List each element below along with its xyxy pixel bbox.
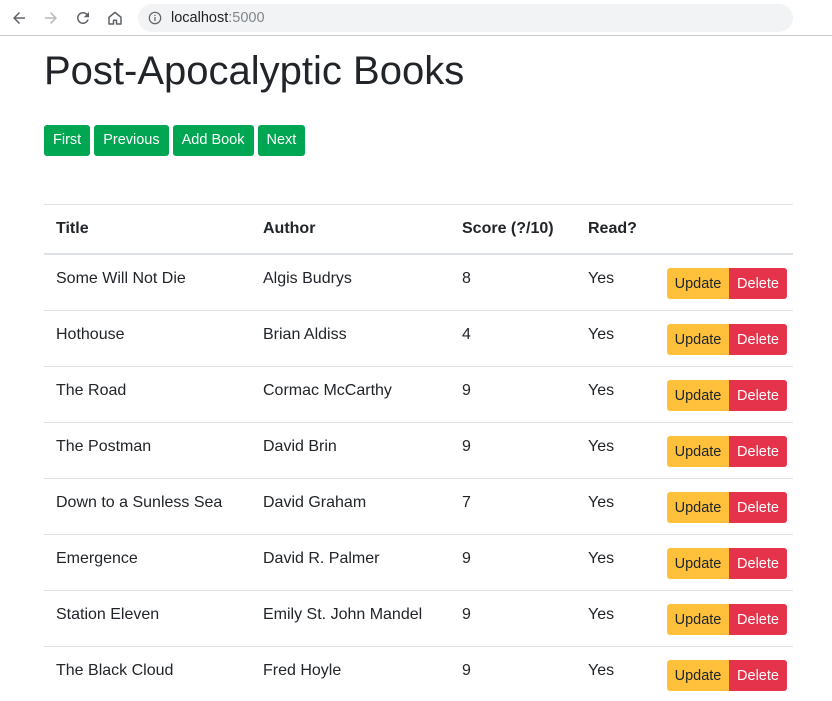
browser-toolbar: localhost:5000 (0, 0, 832, 36)
book-title: Some Will Not Die (56, 270, 186, 287)
book-score: 8 (462, 270, 471, 287)
book-author: Algis Budrys (263, 270, 352, 287)
row-actions: Update Delete (667, 436, 787, 467)
book-score: 9 (462, 382, 471, 399)
book-author: Cormac McCarthy (263, 382, 392, 399)
table-row: The Black Cloud Fred Hoyle 9 Yes Update Delet… (44, 647, 793, 701)
row-actions: Update Delete (667, 380, 787, 411)
header-read: Read? (588, 220, 637, 237)
delete-button[interactable]: Delete (729, 604, 787, 635)
update-button[interactable]: Update (667, 436, 729, 467)
update-button[interactable]: Update (667, 380, 729, 411)
book-read: Yes (588, 326, 615, 343)
info-icon[interactable] (148, 11, 162, 25)
row-actions: Update Delete (667, 548, 787, 579)
delete-button[interactable]: Delete (729, 268, 787, 299)
book-title: The Postman (56, 438, 152, 455)
url-text[interactable]: localhost:5000 (171, 10, 265, 26)
book-read: Yes (588, 550, 615, 567)
reload-icon[interactable] (71, 6, 95, 30)
book-score: 9 (462, 662, 471, 679)
update-button[interactable]: Update (667, 660, 729, 691)
book-author: Brian Aldiss (263, 326, 347, 343)
table-row: The Postman David Brin 9 Yes Update Delete (44, 423, 793, 479)
page-title: Post-Apocalyptic Books (44, 49, 465, 93)
book-author: David Brin (263, 438, 337, 455)
row-actions: Update Delete (667, 268, 787, 299)
table-header: Title Author Score (?/10) Read? (44, 205, 793, 255)
books-table: Title Author Score (?/10) Read? Some Wil… (44, 204, 793, 701)
row-actions: Update Delete (667, 492, 787, 523)
book-author: Fred Hoyle (263, 662, 342, 679)
update-button[interactable]: Update (667, 492, 729, 523)
update-button[interactable]: Update (667, 604, 729, 635)
delete-button[interactable]: Delete (729, 436, 787, 467)
first-button[interactable]: First (44, 125, 91, 156)
delete-button[interactable]: Delete (729, 380, 787, 411)
table-row: Emergence David R. Palmer 9 Yes Update Delete (44, 535, 793, 591)
book-score: 7 (462, 494, 471, 511)
next-button[interactable]: Next (257, 125, 306, 156)
row-actions: Update Delete (667, 324, 787, 355)
book-author: David Graham (263, 494, 367, 511)
add-book-button[interactable]: Add Book (172, 125, 254, 156)
book-read: Yes (588, 270, 615, 287)
url-port: :5000 (228, 10, 265, 26)
previous-button[interactable]: Previous (94, 125, 169, 156)
delete-button[interactable]: Delete (729, 492, 787, 523)
book-title: Station Eleven (56, 606, 160, 623)
delete-button[interactable]: Delete (729, 660, 787, 691)
header-author: Author (263, 220, 316, 237)
book-author: David R. Palmer (263, 550, 380, 567)
book-author: Emily St. John Mandel (263, 606, 423, 623)
book-score: 4 (462, 326, 471, 343)
table-row: Hothouse Brian Aldiss 4 Yes Update Delete (44, 311, 793, 367)
home-icon[interactable] (103, 6, 127, 30)
book-title: The Road (56, 382, 127, 399)
row-actions: Update Delete (667, 660, 787, 691)
book-title: Emergence (56, 550, 138, 567)
row-actions: Update Delete (667, 604, 787, 635)
table-row: Some Will Not Die Algis Budrys 8 Yes Update D… (44, 255, 793, 311)
book-title: Down to a Sunless Sea (56, 494, 223, 511)
book-title: The Black Cloud (56, 662, 174, 679)
table-row: Station Eleven Emily St. John Mandel 9 Yes U… (44, 591, 793, 647)
table-body: Some Will Not Die Algis Budrys 8 Yes Update D… (44, 255, 793, 701)
book-read: Yes (588, 606, 615, 623)
book-read: Yes (588, 382, 615, 399)
book-read: Yes (588, 438, 615, 455)
header-title: Title (56, 220, 89, 237)
book-score: 9 (462, 550, 471, 567)
book-score: 9 (462, 606, 471, 623)
header-score: Score (?/10) (462, 220, 554, 237)
url-host: localhost (171, 10, 229, 26)
forward-arrow-icon[interactable] (39, 6, 63, 30)
pagination-controls: First Previous Add Book Next (44, 125, 306, 156)
address-bar[interactable]: localhost:5000 (138, 4, 793, 32)
back-arrow-icon[interactable] (7, 6, 31, 30)
update-button[interactable]: Update (667, 324, 729, 355)
table-row: The Road Cormac McCarthy 9 Yes Update Delete (44, 367, 793, 423)
delete-button[interactable]: Delete (729, 548, 787, 579)
update-button[interactable]: Update (667, 268, 729, 299)
table-row: Down to a Sunless Sea David Graham 7 Yes Upd… (44, 479, 793, 535)
book-read: Yes (588, 494, 615, 511)
delete-button[interactable]: Delete (729, 324, 787, 355)
book-score: 9 (462, 438, 471, 455)
book-read: Yes (588, 662, 615, 679)
update-button[interactable]: Update (667, 548, 729, 579)
book-title: Hothouse (56, 326, 125, 343)
